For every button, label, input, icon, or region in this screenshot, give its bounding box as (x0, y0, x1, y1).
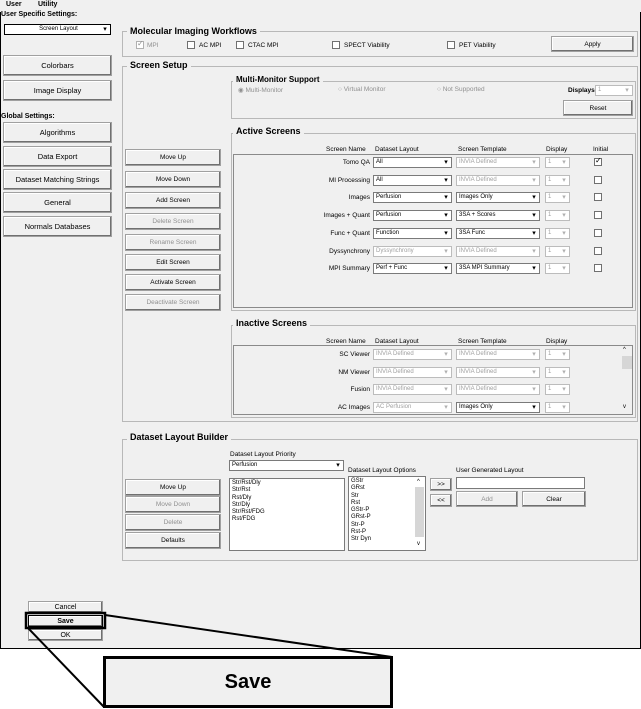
save-zoom-callout: Save (103, 656, 393, 708)
callout-line-bottom (27, 627, 105, 708)
zoom-callout-lines (24, 611, 393, 708)
save-highlight-box (24, 611, 107, 630)
callout-line-top (104, 614, 393, 658)
